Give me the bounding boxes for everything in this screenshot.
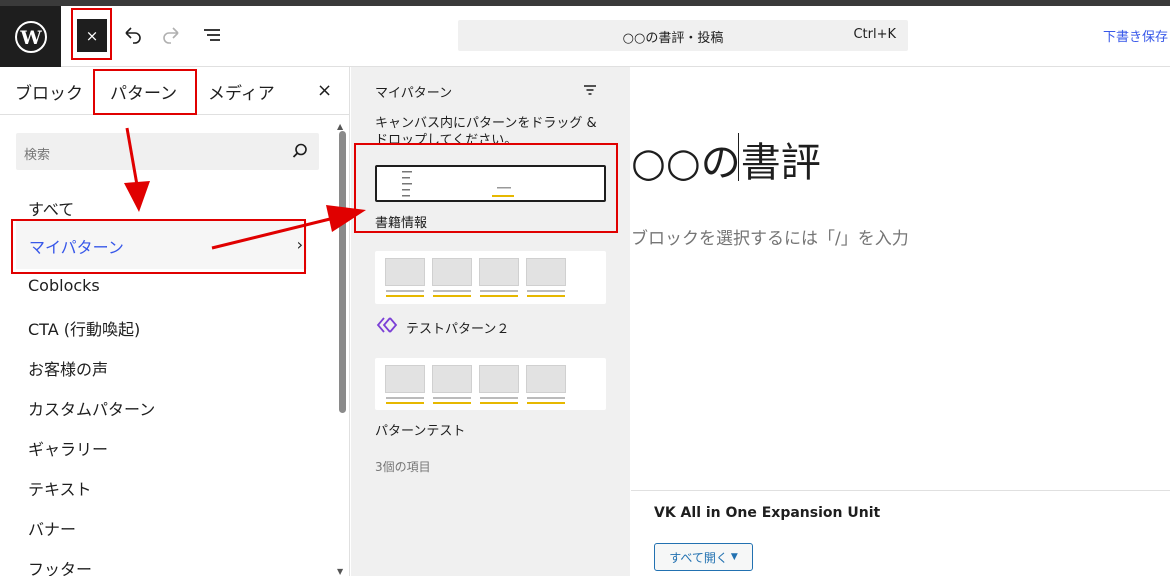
category-footer[interactable]: フッター	[28, 556, 92, 576]
caret-down-icon: ▼	[730, 552, 738, 562]
wordpress-logo-icon[interactable]: W	[0, 6, 61, 67]
sidebar-scrollbar-thumb[interactable]	[339, 131, 346, 413]
preview-card	[479, 258, 519, 297]
editor-window: W × ○○の書評・投稿 Ctrl+K 下書き保存 ブロック パターン メディア…	[0, 0, 1170, 576]
search-icon	[292, 143, 307, 158]
pattern-label[interactable]: パターンテスト	[375, 420, 465, 439]
command-shortcut: Ctrl+K	[853, 27, 896, 42]
category-cta[interactable]: CTA (行動喚起)	[28, 316, 140, 340]
close-icon[interactable]: ×	[317, 80, 332, 101]
post-title[interactable]: ○○の書評	[631, 130, 821, 188]
preview-card	[385, 258, 425, 297]
annotation-box	[93, 69, 197, 115]
scroll-up-arrow[interactable]: ▲	[337, 122, 343, 131]
text-caret	[738, 133, 739, 181]
expand-all-button[interactable]: すべて開く ▼	[654, 543, 753, 571]
category-custom[interactable]: カスタムパターン	[28, 396, 155, 420]
preview-card	[385, 365, 425, 404]
search-placeholder: 検索	[24, 148, 51, 163]
synced-pattern-icon	[376, 317, 398, 333]
category-banner[interactable]: バナー	[28, 516, 76, 540]
category-gallery[interactable]: ギャラリー	[28, 436, 108, 460]
annotation-box	[11, 219, 306, 274]
search-input[interactable]: 検索	[16, 133, 319, 170]
scroll-down-arrow[interactable]: ▼	[337, 567, 343, 576]
category-coblocks[interactable]: Coblocks	[28, 276, 100, 295]
annotation-box	[71, 8, 112, 60]
annotation-box	[354, 143, 618, 233]
pattern-preview-grid	[385, 258, 566, 297]
meta-box-title: VK All in One Expansion Unit	[654, 505, 881, 521]
preview-card	[432, 365, 472, 404]
pattern-preview[interactable]	[375, 251, 606, 304]
undo-icon[interactable]	[119, 22, 145, 48]
editor-header: W × ○○の書評・投稿 Ctrl+K 下書き保存	[0, 6, 1170, 67]
svg-text:W: W	[19, 27, 42, 49]
preview-card	[479, 365, 519, 404]
document-overview-icon[interactable]	[199, 22, 225, 48]
block-appender-hint[interactable]: ブロックを選択するには「/」を入力	[631, 224, 909, 249]
preview-card	[526, 258, 566, 297]
pattern-count: 3個の項目	[375, 460, 431, 474]
preview-card	[432, 258, 472, 297]
category-testimonials[interactable]: お客様の声	[28, 356, 108, 380]
panel-title: マイパターン	[375, 86, 453, 101]
command-palette-bar[interactable]: ○○の書評・投稿 Ctrl+K	[458, 20, 908, 51]
tab-media[interactable]: メディア	[208, 79, 275, 104]
redo-icon[interactable]	[159, 22, 185, 48]
expand-all-label: すべて開く	[669, 550, 728, 565]
document-title: ○○の書評・投稿	[622, 31, 724, 46]
tab-blocks[interactable]: ブロック	[15, 79, 83, 104]
meta-box-panel: VK All in One Expansion Unit すべて開く ▼	[631, 490, 1170, 576]
editor-canvas[interactable]: ○○の書評 ブロックを選択するには「/」を入力	[631, 67, 1170, 490]
inserter-sidebar: ブロック パターン メディア × 検索 すべて マイパターン › Coblock…	[0, 67, 350, 576]
save-draft-button[interactable]: 下書き保存	[1103, 26, 1168, 45]
category-text[interactable]: テキスト	[28, 476, 92, 500]
pattern-preview[interactable]	[375, 358, 606, 410]
filter-icon[interactable]	[583, 83, 597, 97]
category-all[interactable]: すべて	[28, 196, 74, 220]
pattern-preview-grid	[385, 365, 566, 404]
pattern-label[interactable]: テストパターン２	[406, 318, 509, 337]
preview-card	[526, 365, 566, 404]
